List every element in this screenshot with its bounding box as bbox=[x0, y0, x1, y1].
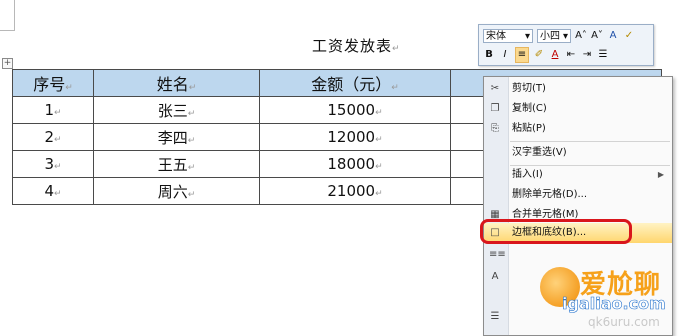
styles-button[interactable]: A bbox=[607, 29, 619, 43]
header-cell-name[interactable]: 姓名↵ bbox=[93, 69, 260, 97]
font-name-select[interactable]: 宋体 ▾ bbox=[483, 28, 533, 43]
paste-icon: ⎘ bbox=[491, 123, 499, 134]
table-cell[interactable]: 张三↵ bbox=[93, 96, 260, 124]
table-move-handle-icon[interactable]: + bbox=[2, 58, 13, 69]
increase-indent-button[interactable]: ⇥ bbox=[581, 48, 593, 62]
table-cell[interactable]: 王五↵ bbox=[93, 150, 260, 178]
shrink-font-button[interactable]: A˅ bbox=[591, 29, 603, 43]
text-direction-icon: ≡≡ bbox=[489, 249, 506, 260]
menu-item-delete-cells[interactable]: 删除单元格(D)... bbox=[484, 185, 672, 205]
watermark: 爱尬聊 igaliao.com qk6uru.com bbox=[540, 264, 682, 334]
watermark-url: igaliao.com bbox=[562, 294, 666, 314]
decrease-indent-button[interactable]: ⇤ bbox=[565, 48, 577, 62]
bold-button[interactable]: B bbox=[483, 48, 495, 62]
submenu-arrow-icon: ▶ bbox=[657, 170, 664, 179]
bullets-button[interactable]: ☰ bbox=[597, 48, 609, 62]
grow-font-button[interactable]: A˄ bbox=[575, 29, 587, 43]
menu-item-cut[interactable]: ✂ 剪切(T) bbox=[484, 79, 672, 99]
highlight-circle-annotation bbox=[480, 219, 632, 244]
document-title: 工资发放表↵ bbox=[312, 35, 401, 56]
menu-item-insert[interactable]: 插入(I) ▶ bbox=[484, 165, 672, 185]
font-color-button[interactable]: A bbox=[549, 48, 561, 62]
font-size-select[interactable]: 小四 ▾ bbox=[537, 28, 571, 43]
menu-item-faded[interactable]: ≡≡ bbox=[484, 245, 672, 265]
paragraph-icon: ☰ bbox=[490, 311, 500, 322]
scissors-icon: ✂ bbox=[490, 83, 500, 94]
table-cell[interactable]: 李四↵ bbox=[93, 123, 260, 151]
table-cell[interactable]: 4↵ bbox=[12, 177, 94, 205]
align-center-button[interactable]: ≡ bbox=[515, 46, 529, 63]
header-cell-index[interactable]: 序号↵ bbox=[12, 69, 94, 97]
font-icon: A bbox=[491, 271, 499, 282]
table-cell[interactable]: 2↵ bbox=[12, 123, 94, 151]
page-corner-mark bbox=[0, 0, 15, 31]
document-title-text: 工资发放表 bbox=[312, 37, 393, 55]
table-cell[interactable]: 周六↵ bbox=[93, 177, 260, 205]
table-cell[interactable]: 21000↵ bbox=[259, 177, 451, 205]
watermark-url-secondary: qk6uru.com bbox=[588, 315, 660, 329]
paragraph-mark-icon: ↵ bbox=[392, 44, 401, 54]
copy-icon: ❐ bbox=[490, 103, 500, 114]
table-cell[interactable]: 15000↵ bbox=[259, 96, 451, 124]
table-cell[interactable]: 3↵ bbox=[12, 150, 94, 178]
italic-button[interactable]: I bbox=[499, 48, 511, 62]
menu-item-copy[interactable]: ❐ 复制(C) bbox=[484, 99, 672, 119]
menu-item-paste[interactable]: ⎘ 粘贴(P) bbox=[484, 119, 672, 139]
header-cell-amount[interactable]: 金额（元）↵ bbox=[259, 69, 451, 97]
menu-item-reconvert[interactable]: 汉字重选(V) bbox=[484, 143, 672, 163]
highlight-color-button[interactable]: ✐ bbox=[533, 48, 545, 62]
mini-formatting-toolbar: 宋体 ▾ 小四 ▾ A˄ A˅ A ✓ B I ≡ ✐ A ⇤ ⇥ ☰ bbox=[478, 24, 654, 66]
table-cell[interactable]: 12000↵ bbox=[259, 123, 451, 151]
table-cell[interactable]: 18000↵ bbox=[259, 150, 451, 178]
menu-separator bbox=[510, 141, 670, 142]
format-painter-icon[interactable]: ✓ bbox=[623, 29, 635, 43]
table-cell[interactable]: 1↵ bbox=[12, 96, 94, 124]
